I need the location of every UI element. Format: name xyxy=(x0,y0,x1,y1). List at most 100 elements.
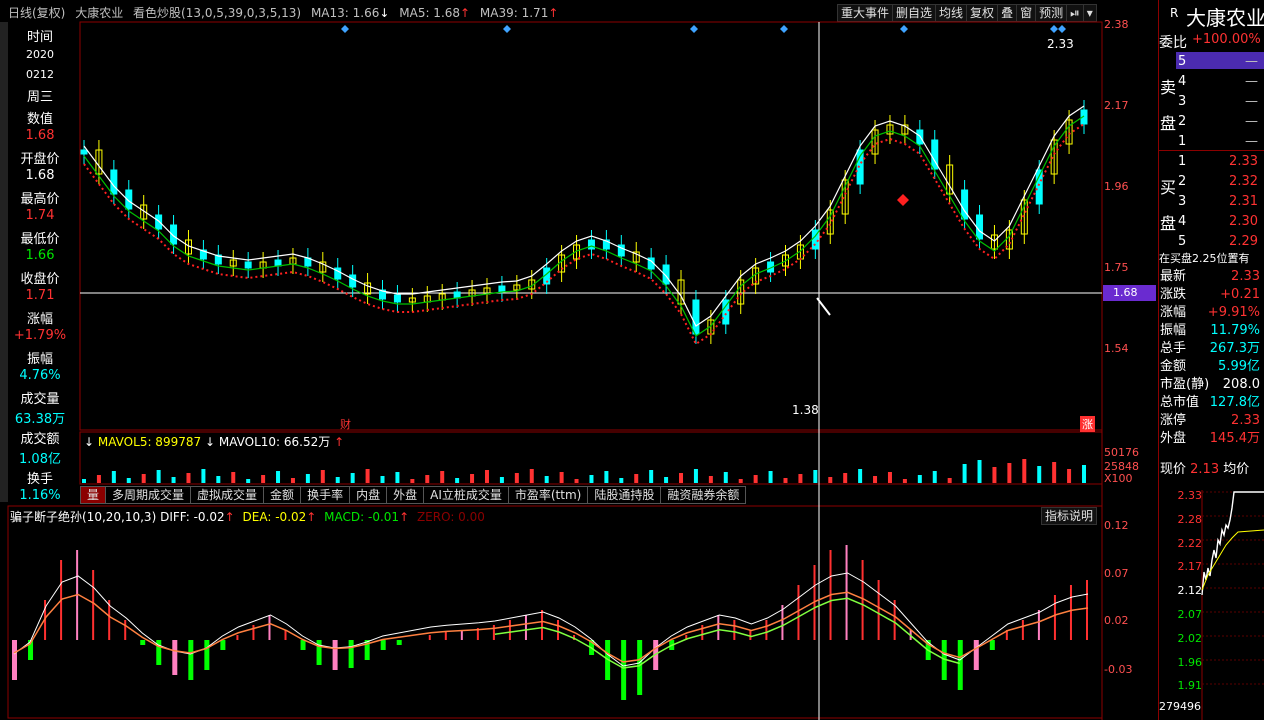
volume-bar xyxy=(216,476,221,483)
macd-bar xyxy=(1069,585,1072,640)
kline-chart[interactable] xyxy=(0,0,1158,720)
diff-value: DIFF: -0.02 xyxy=(160,510,225,524)
volume-unit: X100 xyxy=(1104,472,1133,485)
macd-bar xyxy=(204,640,210,670)
volume-bar xyxy=(962,464,967,483)
macd-bar xyxy=(797,585,800,640)
volume-bar xyxy=(82,479,86,483)
candle xyxy=(319,252,327,282)
event-diamond xyxy=(1058,25,1066,33)
macd-bar xyxy=(444,632,447,640)
volume-bar xyxy=(619,478,624,483)
macd-title[interactable]: 骗子断子绝孙(10,20,10,3) xyxy=(10,510,156,524)
candle xyxy=(1035,160,1043,214)
volume-bar xyxy=(425,475,430,483)
price-tick: 2.38 xyxy=(1104,18,1129,31)
sell-row[interactable]: 2— xyxy=(1178,112,1258,132)
tab-volume[interactable]: 量 xyxy=(80,486,107,504)
volume-bar xyxy=(932,471,937,483)
macd-bar xyxy=(877,580,880,640)
candle xyxy=(289,248,297,274)
volume-bar xyxy=(589,475,594,483)
tab-amount[interactable]: 金额 xyxy=(263,486,302,504)
macd-bar xyxy=(765,620,768,640)
sell-row[interactable]: 3— xyxy=(1178,92,1258,112)
volume-bar xyxy=(290,478,295,483)
tab-multi-period[interactable]: 多周期成交量 xyxy=(105,486,192,504)
macd-pane-frame xyxy=(7,505,1103,719)
tab-margin[interactable]: 融资融券余额 xyxy=(660,486,747,504)
stat-row: 涨跌 +0.21 xyxy=(1160,287,1260,302)
candle xyxy=(632,242,640,272)
volume-bar xyxy=(141,474,146,483)
intraday-volume: 279496 xyxy=(1159,700,1201,713)
high-annotation: 2.33 xyxy=(1047,37,1074,51)
buy-row[interactable]: 5 2.29 xyxy=(1178,232,1258,252)
macd-bar xyxy=(1037,610,1040,640)
tab-virtual[interactable]: 虚拟成交量 xyxy=(190,486,265,504)
volume-bar xyxy=(783,478,788,483)
volume-bar xyxy=(798,474,803,483)
candle xyxy=(379,280,387,309)
event-diamond xyxy=(1050,25,1058,33)
candle xyxy=(453,282,461,308)
macd-bar xyxy=(540,610,543,640)
tab-ai[interactable]: AI立桩成交量 xyxy=(423,486,509,504)
intraday-chart[interactable] xyxy=(1158,480,1264,720)
order-note: 在买盘2.25位置有 xyxy=(1159,252,1250,265)
macd-bar xyxy=(348,640,354,668)
stat-row: 涨幅 +9.91% xyxy=(1160,305,1260,320)
webi-label: 委比 xyxy=(1159,35,1187,51)
sell-row[interactable]: 4— xyxy=(1178,72,1258,92)
stat-row: 涨停 2.33 xyxy=(1160,413,1260,428)
volume-bar xyxy=(440,471,445,483)
tab-pe[interactable]: 市盈率(ttm) xyxy=(507,486,589,504)
tab-outer[interactable]: 外盘 xyxy=(386,486,425,504)
sell-book: 5— 4— 3— 2— 1— xyxy=(1178,52,1258,152)
volume-bar xyxy=(201,469,206,483)
volume-bar xyxy=(634,474,639,483)
candle xyxy=(483,278,491,304)
candle xyxy=(990,225,998,259)
candle xyxy=(364,273,372,304)
tab-hk-connect[interactable]: 陆股通持股 xyxy=(587,486,662,504)
volume-bar xyxy=(947,478,952,483)
macd-bar xyxy=(1086,580,1088,640)
mavol5-value: MAVOL5: 899787 xyxy=(97,435,202,449)
sell-row[interactable]: 1— xyxy=(1178,132,1258,152)
event-diamond xyxy=(503,25,511,33)
macd-tick: -0.03 xyxy=(1104,663,1133,676)
candle xyxy=(274,250,282,276)
candle xyxy=(95,140,103,184)
volume-bar xyxy=(843,473,848,483)
macd-bar xyxy=(1053,595,1056,640)
macd-bar xyxy=(492,625,495,640)
candle xyxy=(438,284,446,310)
buy-row[interactable]: 1 2.33 xyxy=(1178,152,1258,172)
macd-bar xyxy=(701,625,704,640)
macd-tick: 0.12 xyxy=(1104,519,1129,532)
volume-bars-group xyxy=(82,459,1086,483)
stat-row: 总手 267.3万 xyxy=(1160,341,1260,356)
candle xyxy=(199,240,207,269)
volume-bar xyxy=(484,470,489,483)
indicator-help-button[interactable]: 指标说明 xyxy=(1041,507,1098,525)
buy-row[interactable]: 3 2.31 xyxy=(1178,192,1258,212)
volume-bar xyxy=(544,476,549,483)
indicator-help-label[interactable]: 指标说明 xyxy=(1041,507,1098,525)
down-arrow-icon: ↓ xyxy=(84,435,95,449)
buy-row[interactable]: 4 2.30 xyxy=(1178,212,1258,232)
volume-bar xyxy=(753,475,758,483)
volume-bar xyxy=(1082,465,1086,483)
tab-inner[interactable]: 内盘 xyxy=(349,486,388,504)
candle xyxy=(244,252,252,278)
macd-bars-group xyxy=(12,545,1088,700)
volume-bar xyxy=(1007,463,1012,483)
sell-row[interactable]: 5— xyxy=(1178,52,1258,72)
macd-bar xyxy=(92,570,95,640)
dea-value: DEA: -0.02 xyxy=(242,510,307,524)
event-diamond xyxy=(900,25,908,33)
buy-row[interactable]: 2 2.32 xyxy=(1178,172,1258,192)
volume-bar xyxy=(693,469,698,483)
tab-turnover[interactable]: 换手率 xyxy=(300,486,351,504)
